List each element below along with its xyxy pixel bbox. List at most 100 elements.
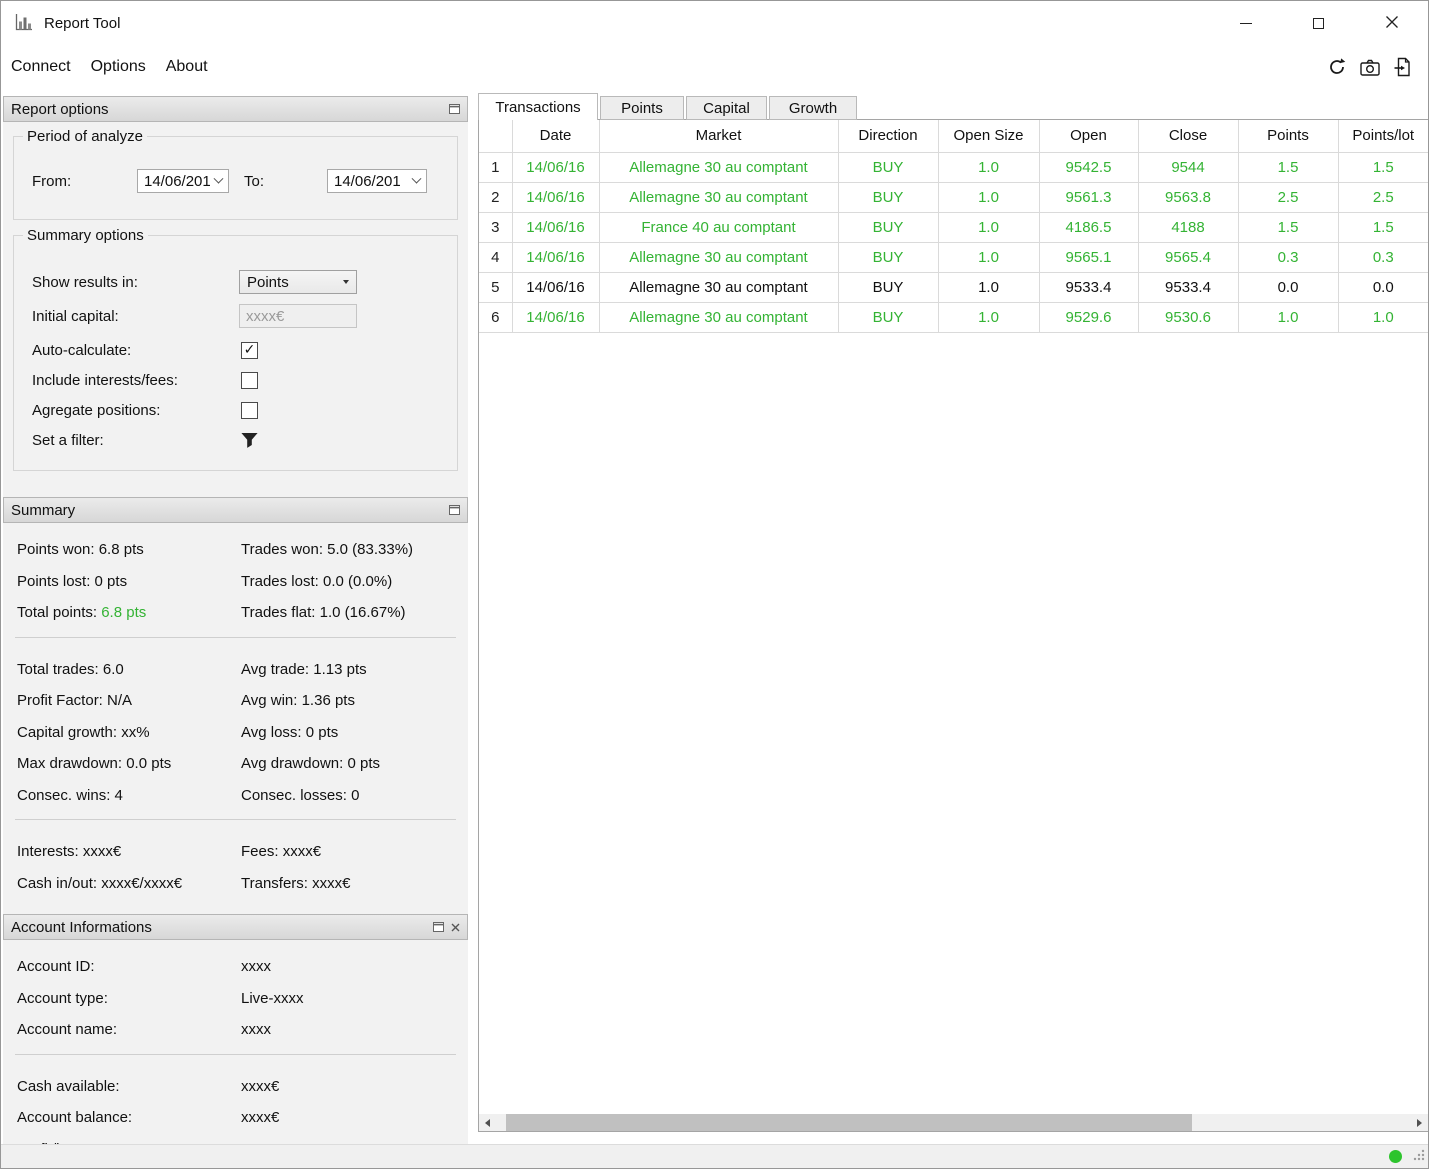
- transaction-row[interactable]: 3 14/06/16 France 40 au comptant BUY 1.0…: [479, 212, 1428, 243]
- cell-points[interactable]: 1.0: [1238, 302, 1339, 333]
- col-header-direction[interactable]: Direction: [838, 120, 939, 153]
- cell-close[interactable]: 9565.4: [1138, 242, 1239, 273]
- close-panel-icon[interactable]: [451, 919, 460, 936]
- row-number[interactable]: 1: [479, 152, 513, 183]
- tab-transactions[interactable]: Transactions: [478, 93, 598, 120]
- close-button[interactable]: [1355, 1, 1428, 46]
- cell-market[interactable]: Allemagne 30 au comptant: [599, 152, 839, 183]
- cell-points-lot[interactable]: 2.5: [1338, 182, 1428, 213]
- agregate-positions-checkbox[interactable]: [241, 401, 258, 419]
- tab-capital[interactable]: Capital: [686, 96, 767, 120]
- cell-points[interactable]: 0.0: [1238, 272, 1339, 303]
- cell-points[interactable]: 2.5: [1238, 182, 1339, 213]
- scrollbar-thumb[interactable]: [506, 1114, 1193, 1131]
- cell-open-size[interactable]: 1.0: [938, 302, 1040, 333]
- maximize-button[interactable]: [1282, 1, 1355, 46]
- scroll-left-button[interactable]: [479, 1114, 496, 1131]
- account-informations-header[interactable]: Account Informations: [3, 914, 468, 940]
- cell-open[interactable]: 9561.3: [1039, 182, 1139, 213]
- col-header-open-size[interactable]: Open Size: [938, 120, 1040, 153]
- cell-market[interactable]: Allemagne 30 au comptant: [599, 272, 839, 303]
- cell-points-lot[interactable]: 1.0: [1338, 302, 1428, 333]
- cell-open-size[interactable]: 1.0: [938, 212, 1040, 243]
- row-number[interactable]: 2: [479, 182, 513, 213]
- horizontal-scrollbar[interactable]: [479, 1114, 1428, 1131]
- cell-open[interactable]: 9542.5: [1039, 152, 1139, 183]
- col-header-points[interactable]: Points: [1238, 120, 1339, 153]
- menu-about[interactable]: About: [156, 46, 218, 88]
- export-button[interactable]: [1391, 55, 1415, 79]
- float-panel-icon[interactable]: [433, 919, 444, 936]
- from-date-select[interactable]: 14/06/201: [137, 169, 229, 193]
- transaction-row[interactable]: 5 14/06/16 Allemagne 30 au comptant BUY …: [479, 272, 1428, 303]
- cell-market[interactable]: Allemagne 30 au comptant: [599, 242, 839, 273]
- summary-header[interactable]: Summary: [3, 497, 468, 523]
- table-corner[interactable]: [479, 120, 513, 153]
- include-fees-checkbox[interactable]: [241, 371, 258, 389]
- cell-date[interactable]: 14/06/16: [512, 152, 600, 183]
- scroll-right-button[interactable]: [1411, 1114, 1428, 1131]
- cell-direction[interactable]: BUY: [838, 212, 939, 243]
- cell-market[interactable]: Allemagne 30 au comptant: [599, 302, 839, 333]
- report-options-header[interactable]: Report options: [3, 96, 468, 122]
- cell-date[interactable]: 14/06/16: [512, 212, 600, 243]
- cell-direction[interactable]: BUY: [838, 152, 939, 183]
- cell-points-lot[interactable]: 0.3: [1338, 242, 1428, 273]
- refresh-button[interactable]: [1325, 55, 1349, 79]
- col-header-open[interactable]: Open: [1039, 120, 1139, 153]
- screenshot-button[interactable]: [1358, 55, 1382, 79]
- show-results-select[interactable]: Points: [239, 270, 357, 294]
- cell-close[interactable]: 4188: [1138, 212, 1239, 243]
- auto-calculate-checkbox[interactable]: [241, 341, 258, 359]
- cell-date[interactable]: 14/06/16: [512, 242, 600, 273]
- cell-direction[interactable]: BUY: [838, 272, 939, 303]
- cell-open-size[interactable]: 1.0: [938, 272, 1040, 303]
- cell-open[interactable]: 4186.5: [1039, 212, 1139, 243]
- menu-connect[interactable]: Connect: [1, 46, 81, 88]
- to-date-select[interactable]: 14/06/201: [327, 169, 427, 193]
- tab-points[interactable]: Points: [600, 96, 684, 120]
- cell-points-lot[interactable]: 1.5: [1338, 212, 1428, 243]
- col-header-close[interactable]: Close: [1138, 120, 1239, 153]
- cell-open[interactable]: 9565.1: [1039, 242, 1139, 273]
- cell-market[interactable]: France 40 au comptant: [599, 212, 839, 243]
- cell-direction[interactable]: BUY: [838, 302, 939, 333]
- col-header-points-lot[interactable]: Points/lot: [1338, 120, 1428, 153]
- cell-close[interactable]: 9530.6: [1138, 302, 1239, 333]
- cell-date[interactable]: 14/06/16: [512, 272, 600, 303]
- menu-options[interactable]: Options: [81, 46, 156, 88]
- col-header-date[interactable]: Date: [512, 120, 600, 153]
- row-number[interactable]: 3: [479, 212, 513, 243]
- transaction-row[interactable]: 6 14/06/16 Allemagne 30 au comptant BUY …: [479, 302, 1428, 333]
- float-panel-icon[interactable]: [449, 502, 460, 519]
- minimize-button[interactable]: [1209, 1, 1282, 46]
- row-number[interactable]: 4: [479, 242, 513, 273]
- cell-points[interactable]: 1.5: [1238, 152, 1339, 183]
- cell-close[interactable]: 9544: [1138, 152, 1239, 183]
- cell-direction[interactable]: BUY: [838, 182, 939, 213]
- filter-button[interactable]: [241, 432, 258, 448]
- cell-open-size[interactable]: 1.0: [938, 242, 1040, 273]
- cell-open-size[interactable]: 1.0: [938, 152, 1040, 183]
- row-number[interactable]: 5: [479, 272, 513, 303]
- cell-open-size[interactable]: 1.0: [938, 182, 1040, 213]
- resize-grip[interactable]: [1412, 1148, 1426, 1166]
- scrollbar-track[interactable]: [496, 1114, 1411, 1131]
- cell-open[interactable]: 9533.4: [1039, 272, 1139, 303]
- row-number[interactable]: 6: [479, 302, 513, 333]
- col-header-market[interactable]: Market: [599, 120, 839, 153]
- cell-market[interactable]: Allemagne 30 au comptant: [599, 182, 839, 213]
- cell-points[interactable]: 1.5: [1238, 212, 1339, 243]
- cell-date[interactable]: 14/06/16: [512, 182, 600, 213]
- cell-open[interactable]: 9529.6: [1039, 302, 1139, 333]
- transaction-row[interactable]: 2 14/06/16 Allemagne 30 au comptant BUY …: [479, 182, 1428, 213]
- cell-points[interactable]: 0.3: [1238, 242, 1339, 273]
- cell-close[interactable]: 9563.8: [1138, 182, 1239, 213]
- tab-growth[interactable]: Growth: [769, 96, 857, 120]
- cell-close[interactable]: 9533.4: [1138, 272, 1239, 303]
- titlebar[interactable]: Report Tool: [1, 1, 1428, 46]
- cell-direction[interactable]: BUY: [838, 242, 939, 273]
- transaction-row[interactable]: 4 14/06/16 Allemagne 30 au comptant BUY …: [479, 242, 1428, 273]
- cell-date[interactable]: 14/06/16: [512, 302, 600, 333]
- cell-points-lot[interactable]: 1.5: [1338, 152, 1428, 183]
